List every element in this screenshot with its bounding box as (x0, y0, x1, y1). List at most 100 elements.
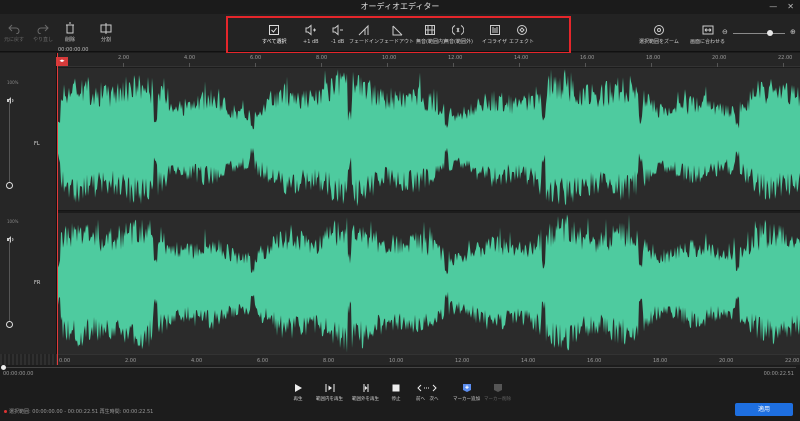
zoom-slider[interactable] (729, 30, 789, 36)
waveform-track-fr[interactable] (57, 213, 800, 354)
fit-to-screen-button[interactable]: 画面に合わせる (690, 24, 725, 45)
ruler-tick (651, 63, 652, 67)
play-icon (293, 383, 303, 393)
speaker-icon[interactable] (7, 89, 15, 104)
redo-icon (37, 22, 49, 34)
status-dot (4, 410, 7, 413)
add-marker-icon (462, 383, 472, 393)
ruler-tick (519, 63, 520, 67)
track-fr-volume-slider[interactable] (9, 239, 10, 327)
time-ruler[interactable]: 2.00 4.00 6.00 8.00 10.00 12.00 14.00 16.00 18.0… (57, 53, 800, 67)
ruler-tick (783, 63, 784, 67)
ruler-tick-label: 8.00 (323, 358, 335, 364)
play-outside-icon (361, 383, 371, 393)
playhead-line[interactable] (57, 53, 58, 365)
ruler-tick (255, 63, 256, 67)
track-fr-volume-percent: 100% (7, 219, 19, 224)
current-time: 00:00:00.00 (3, 371, 34, 377)
track-fl-volume-knob[interactable] (6, 182, 13, 189)
split-icon (100, 22, 112, 34)
delete-marker-icon (493, 383, 503, 393)
fit-screen-icon (702, 24, 714, 36)
ruler-tick-label: 4.00 (184, 55, 196, 61)
window-controls: — ✕ (769, 0, 794, 14)
zoom-selection-button[interactable]: 選択範囲をズーム (639, 24, 679, 45)
ruler-tick-label: 14.00 (514, 55, 529, 61)
ruler-tick (585, 63, 586, 67)
ruler-tick (189, 63, 190, 67)
title-bar: オーディオエディター — ✕ (0, 0, 800, 14)
progress-timeline[interactable] (0, 365, 800, 370)
ruler-tick-label: 20.00 (719, 358, 734, 364)
track-fl-channel-label: FL (34, 141, 40, 147)
delete-marker-button[interactable]: マーカー削除 (484, 383, 511, 402)
ruler-tick-label: 6.00 (250, 55, 262, 61)
ruler-tick-label: 12.00 (448, 55, 463, 61)
prev-next-icon (417, 383, 437, 393)
time-ruler-bottom[interactable]: 0.00 2.00 4.00 6.00 8.00 10.00 12.00 14.00 16.00… (57, 354, 800, 365)
ruler-tick (321, 63, 322, 67)
track-fl-volume-percent: 100% (7, 80, 19, 85)
progress-track (4, 367, 796, 368)
ruler-tick-label: 18.00 (653, 358, 668, 364)
close-icon[interactable]: ✕ (787, 0, 794, 14)
waveform-shape (57, 69, 800, 207)
ruler-tick-label: 12.00 (455, 358, 470, 364)
undo-icon (8, 22, 20, 34)
status-text: 選択範囲: 00:00:00.00 - 00:00:22.51 再生時間: 00… (9, 409, 154, 415)
ruler-tick-label: 10.00 (382, 55, 397, 61)
split-button[interactable]: 分割 (100, 22, 112, 43)
ruler-tick-label: 22.00 (785, 358, 800, 364)
track-fl-volume-slider[interactable] (9, 100, 10, 188)
toolbar-highlight-box (226, 16, 571, 54)
prev-next-button[interactable]: 前へ 次へ (416, 383, 439, 402)
ruler-tick-label: 22.00 (778, 55, 793, 61)
ruler-tick-label: 18.00 (646, 55, 661, 61)
play-in-range-button[interactable]: 範囲内を再生 (316, 383, 343, 402)
ruler-tick-label: 4.00 (191, 358, 203, 364)
ruler-tick-label: 8.00 (316, 55, 328, 61)
ruler-tick-label: 14.00 (521, 358, 536, 364)
total-time: 00:00:22.51 (763, 371, 794, 377)
minimize-icon[interactable]: — (769, 0, 777, 14)
play-button[interactable]: 再生 (293, 383, 303, 402)
panel-grip (0, 354, 57, 365)
window-title: オーディオエディター (360, 2, 440, 11)
delete-button[interactable]: 削除 (64, 22, 76, 43)
waveform-track-fl[interactable] (57, 68, 800, 211)
ruler-tick-label: 2.00 (118, 55, 130, 61)
ruler-tick-label: 10.00 (389, 358, 404, 364)
ruler-tick-label: 20.00 (712, 55, 727, 61)
play-range-icon (325, 383, 335, 393)
redo-button[interactable]: やり直し (33, 22, 53, 43)
waveform-fl (57, 69, 800, 207)
ruler-tick-label: 16.00 (587, 358, 602, 364)
ruler-tick-label: 2.00 (125, 358, 137, 364)
stop-button[interactable]: 停止 (391, 383, 401, 402)
ruler-tick (453, 63, 454, 67)
ruler-tick (717, 63, 718, 67)
ruler-tick-label: 16.00 (580, 55, 595, 61)
trash-icon (64, 22, 76, 34)
zoom-slider-knob[interactable] (767, 30, 773, 36)
track-fr-channel-label: FR (34, 280, 41, 286)
ruler-tick-label: 0.00 (59, 358, 71, 364)
ruler-tick (387, 63, 388, 67)
zoom-in-icon[interactable]: ⊕ (790, 28, 796, 36)
progress-knob[interactable] (1, 365, 6, 370)
ruler-tick-label: 6.00 (257, 358, 269, 364)
zoom-selection-icon (653, 24, 665, 36)
zoom-out-icon[interactable]: ⊖ (722, 28, 728, 36)
undo-button[interactable]: 元に戻す (4, 22, 24, 43)
stop-icon (391, 383, 401, 393)
track-fr-volume-knob[interactable] (6, 321, 13, 328)
status-bar: 選択範囲: 00:00:00.00 - 00:00:22.51 再生時間: 00… (4, 408, 153, 415)
speaker-icon[interactable] (7, 228, 15, 243)
apply-button[interactable]: 適用 (735, 403, 793, 416)
ruler-tick (123, 63, 124, 67)
waveform-fr (57, 214, 800, 353)
waveform-shape (57, 214, 800, 353)
play-outside-range-button[interactable]: 範囲外を再生 (352, 383, 379, 402)
zoom-slider-track (733, 32, 785, 34)
add-marker-button[interactable]: マーカー追加 (453, 383, 480, 402)
